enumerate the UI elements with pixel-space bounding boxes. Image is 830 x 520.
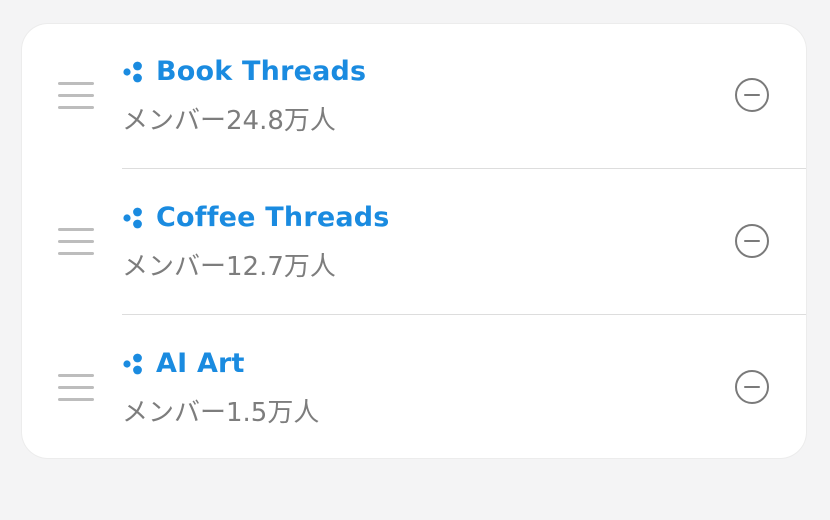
community-row[interactable]: Coffee Threads メンバー12.7万人: [22, 170, 806, 314]
remove-circle-icon[interactable]: [735, 78, 769, 112]
member-count: メンバー24.8万人: [122, 106, 336, 136]
community-name: Coffee Threads: [156, 202, 390, 233]
member-count: メンバー1.5万人: [122, 398, 320, 428]
community-title[interactable]: Coffee Threads: [122, 202, 390, 233]
community-title[interactable]: AI Art: [122, 348, 245, 379]
community-title[interactable]: Book Threads: [122, 56, 366, 87]
community-row[interactable]: Book Threads メンバー24.8万人: [22, 24, 806, 168]
divider: [122, 314, 806, 315]
member-count: メンバー12.7万人: [122, 252, 336, 282]
community-icon: [123, 61, 142, 82]
community-list-card: Book Threads メンバー24.8万人 Coffee Threads メ…: [22, 24, 806, 458]
remove-circle-icon[interactable]: [735, 224, 769, 258]
community-name: AI Art: [156, 348, 245, 379]
community-row[interactable]: AI Art メンバー1.5万人: [22, 316, 806, 458]
remove-circle-icon[interactable]: [735, 370, 769, 404]
community-icon: [123, 207, 142, 228]
community-name: Book Threads: [156, 56, 367, 87]
drag-handle-icon[interactable]: [58, 82, 94, 110]
drag-handle-icon[interactable]: [58, 228, 94, 256]
community-icon: [123, 353, 142, 374]
drag-handle-icon[interactable]: [58, 374, 94, 402]
divider: [122, 168, 806, 169]
